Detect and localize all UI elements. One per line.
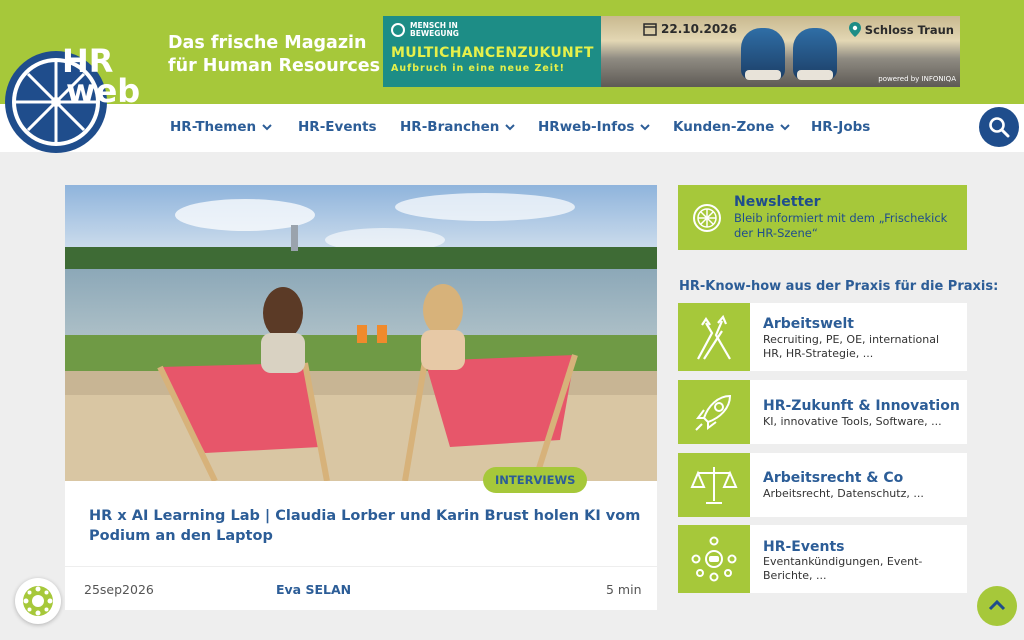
banner-date: 22.10.2026: [643, 22, 737, 36]
topic-desc: Arbeitsrecht, Datenschutz, ...: [763, 487, 924, 500]
chevron-down-icon: [262, 124, 272, 131]
topic-desc: Eventankündigungen, Event-Berichte, ...: [763, 555, 923, 582]
event-banner[interactable]: MENSCH IN BEWEGUNG MULTICHANCENZUKUNFT A…: [383, 16, 960, 87]
chevron-down-icon: [640, 124, 651, 131]
banner-event-name: MENSCH IN BEWEGUNG: [391, 22, 593, 38]
nav-item-hrweb-infos[interactable]: HRweb-Infos: [538, 119, 651, 135]
topic-arbeitsrecht-co[interactable]: Arbeitsrecht & Co Arbeitsrecht, Datensch…: [678, 453, 967, 517]
newsletter-title: Newsletter: [734, 194, 821, 210]
nav-item-kunden-zone[interactable]: Kunden-Zone: [673, 119, 791, 135]
chevron-down-icon: [780, 124, 791, 131]
topic-hr-events[interactable]: HR-Events Eventankündigungen, Event-Beri…: [678, 525, 967, 593]
search-button[interactable]: [979, 107, 1019, 147]
shoe-image: [793, 28, 837, 80]
tagline-line-2: für Human Resources: [168, 56, 381, 76]
nav-item-label: HR-Themen: [170, 119, 257, 135]
scroll-to-top-button[interactable]: [977, 586, 1017, 626]
article-date: 25sep2026: [84, 582, 154, 597]
tagline-line-1: Das frische Magazin: [168, 33, 367, 53]
shoe-image: [741, 28, 785, 80]
sidebar-heading: HR-Know-how aus der Praxis für die Praxi…: [679, 279, 999, 294]
article-read-time: 5 min: [606, 582, 642, 597]
nav-item-label: HR-Events: [298, 119, 377, 135]
newsletter-box[interactable]: Newsletter Bleib informiert mit dem „Fri…: [678, 185, 967, 250]
chevron-down-icon: [505, 124, 516, 131]
nav-item-label: HRweb-Infos: [538, 119, 635, 135]
topic-desc: Recruiting, PE, OE, international HR, HR…: [763, 333, 940, 360]
banner-location: Schloss Traun: [848, 22, 954, 37]
event-logo-icon: [391, 23, 405, 37]
card-divider: [65, 566, 657, 567]
nav-item-hr-branchen[interactable]: HR-Branchen: [400, 119, 516, 135]
topic-icon-tile: [678, 303, 750, 371]
search-icon: [989, 117, 1010, 138]
people-network-icon: [691, 536, 737, 582]
banner-photo-panel: 22.10.2026 Schloss Traun powered by INFO…: [601, 16, 960, 87]
topic-title: HR-Zukunft & Innovation: [763, 398, 960, 414]
topic-icon-tile: [678, 525, 750, 593]
nav-item-hr-jobs[interactable]: HR-Jobs: [811, 119, 870, 135]
location-pin-icon: [848, 22, 861, 37]
nav-item-hr-events[interactable]: HR-Events: [298, 119, 377, 135]
rocket-icon: [695, 394, 732, 431]
banner-headline: MULTICHANCENZUKUNFT: [391, 45, 594, 61]
topic-desc: KI, innovative Tools, Software, ...: [763, 415, 942, 428]
scales-icon: [690, 467, 738, 504]
nav-item-label: HR-Jobs: [811, 119, 871, 135]
banner-subline: Aufbruch in eine neue Zeit!: [391, 63, 565, 74]
banner-powered-by: powered by INFONIQA: [878, 75, 956, 83]
site-tagline: Das frische Magazin für Human Resources: [168, 32, 380, 78]
cookie-settings-button[interactable]: [15, 578, 61, 624]
article-image[interactable]: [65, 185, 657, 481]
article-card[interactable]: [65, 185, 657, 610]
calendar-icon: [643, 23, 657, 36]
topic-icon-tile: [678, 453, 750, 517]
hrweb-logo[interactable]: HR web: [4, 36, 154, 156]
topic-hr-zukunft-innovation[interactable]: HR-Zukunft & Innovation KI, innovative T…: [678, 380, 967, 444]
topic-title: HR-Events: [763, 539, 845, 555]
arrows-icon: [697, 314, 731, 360]
banner-left-panel: MENSCH IN BEWEGUNG MULTICHANCENZUKUNFT A…: [383, 16, 601, 87]
article-author[interactable]: Eva SELAN: [276, 582, 351, 597]
cookie-icon: [23, 586, 53, 616]
topic-title: Arbeitswelt: [763, 316, 854, 332]
article-title[interactable]: HR x AI Learning Lab | Claudia Lorber un…: [89, 506, 649, 546]
logo-text-web: web: [66, 72, 140, 110]
nav-item-label: HR-Branchen: [400, 119, 500, 135]
lemon-icon: [693, 204, 721, 232]
banner-event-line-2: BEWEGUNG: [410, 29, 459, 38]
banner-date-text: 22.10.2026: [661, 22, 737, 36]
topic-arbeitswelt[interactable]: Arbeitswelt Recruiting, PE, OE, internat…: [678, 303, 967, 371]
nav-item-label: Kunden-Zone: [673, 119, 775, 135]
topic-title: Arbeitsrecht & Co: [763, 470, 904, 486]
newsletter-text: Bleib informiert mit dem „Frischekick de…: [734, 211, 948, 240]
topic-icon-tile: [678, 380, 750, 444]
category-badge[interactable]: INTERVIEWS: [483, 467, 588, 493]
banner-location-text: Schloss Traun: [864, 22, 954, 37]
nav-item-hr-themen[interactable]: HR-Themen: [170, 119, 273, 135]
chevron-up-icon: [988, 599, 1006, 611]
